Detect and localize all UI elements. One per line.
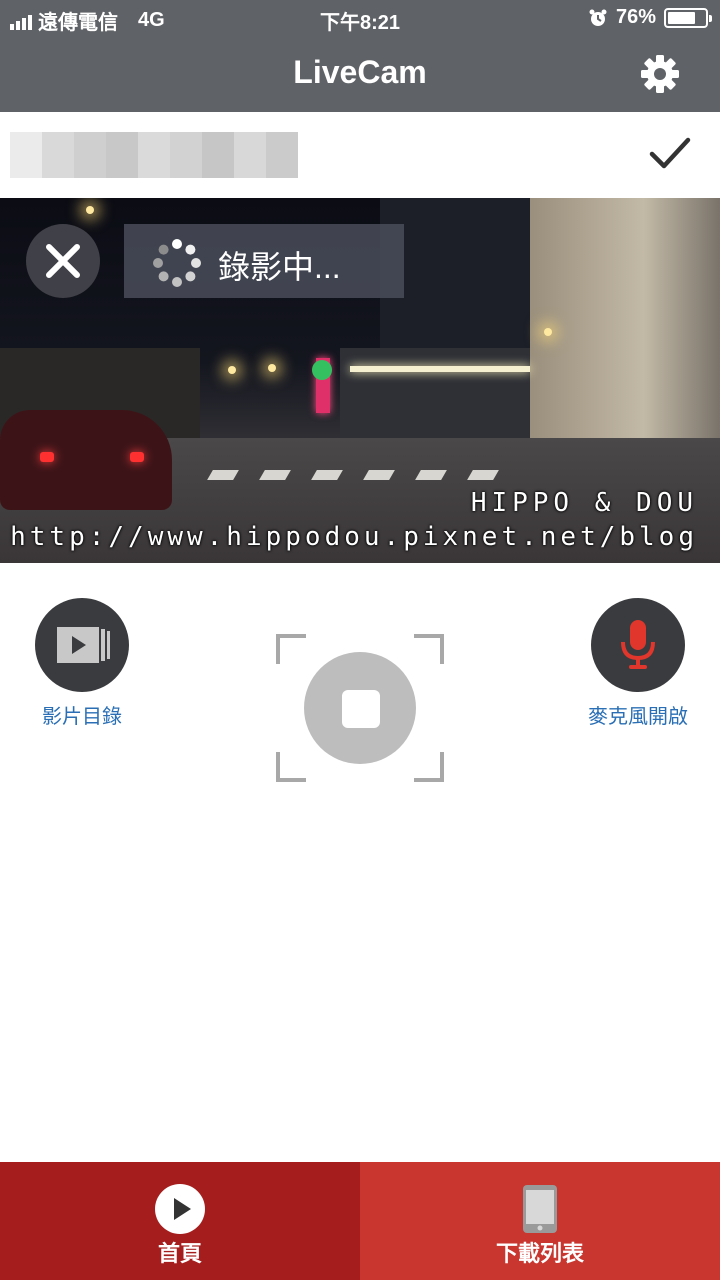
- video-scene-lights: [350, 366, 530, 372]
- bottom-tab-bar: 首頁 下載列表: [0, 1162, 720, 1280]
- tab-download-list-label: 下載列表: [495, 1241, 584, 1266]
- play-icon: [155, 1184, 205, 1234]
- microphone-toggle-button[interactable]: [591, 598, 685, 692]
- battery-percent: 76%: [615, 6, 656, 28]
- video-list-button[interactable]: [35, 598, 129, 692]
- stop-icon: [342, 690, 380, 728]
- street-light: [544, 328, 552, 336]
- tab-download-list[interactable]: 下載列表: [360, 1162, 720, 1280]
- street-light: [86, 206, 94, 214]
- video-folder-icon: [57, 627, 110, 663]
- street-light: [268, 364, 276, 372]
- clock: 下午8:21: [319, 12, 401, 34]
- live-video-view: HIPPO & DOU http://www.hippodou.pixnet.n…: [0, 198, 720, 563]
- device-row[interactable]: [0, 112, 720, 198]
- recording-status-pill: 錄影中...: [124, 224, 404, 298]
- watermark-url: http://www.hippodou.pixnet.net/blog: [10, 522, 698, 552]
- battery-icon: [664, 7, 712, 28]
- video-scene-building: [530, 198, 720, 468]
- video-list-label[interactable]: 影片目錄: [0, 700, 172, 729]
- gear-icon[interactable]: [640, 54, 680, 94]
- close-icon: [46, 244, 80, 278]
- video-scene-sign: [312, 360, 332, 380]
- street-light: [228, 366, 236, 374]
- alarm-icon: [589, 9, 607, 26]
- record-control: [276, 634, 444, 782]
- app-header: LiveCam: [0, 36, 720, 112]
- loading-spinner-icon: [153, 239, 201, 287]
- tab-home[interactable]: 首頁: [0, 1162, 360, 1280]
- video-scene-car: [0, 410, 172, 510]
- recording-status-text: 錄影中...: [218, 249, 341, 285]
- stop-recording-button[interactable]: [304, 652, 416, 764]
- close-button[interactable]: [26, 224, 100, 298]
- microphone-icon: [621, 620, 655, 669]
- checkmark-icon[interactable]: [648, 134, 692, 174]
- phone-icon: [523, 1185, 557, 1233]
- app-title: LiveCam: [293, 54, 427, 90]
- tab-home-label: 首頁: [157, 1241, 202, 1266]
- watermark-title: HIPPO & DOU: [470, 488, 698, 518]
- status-bar: 遠傳電信 4G 下午8:21 76%: [0, 0, 720, 36]
- device-name-blurred: [10, 132, 298, 178]
- microphone-label[interactable]: 麥克風開啟: [548, 700, 720, 729]
